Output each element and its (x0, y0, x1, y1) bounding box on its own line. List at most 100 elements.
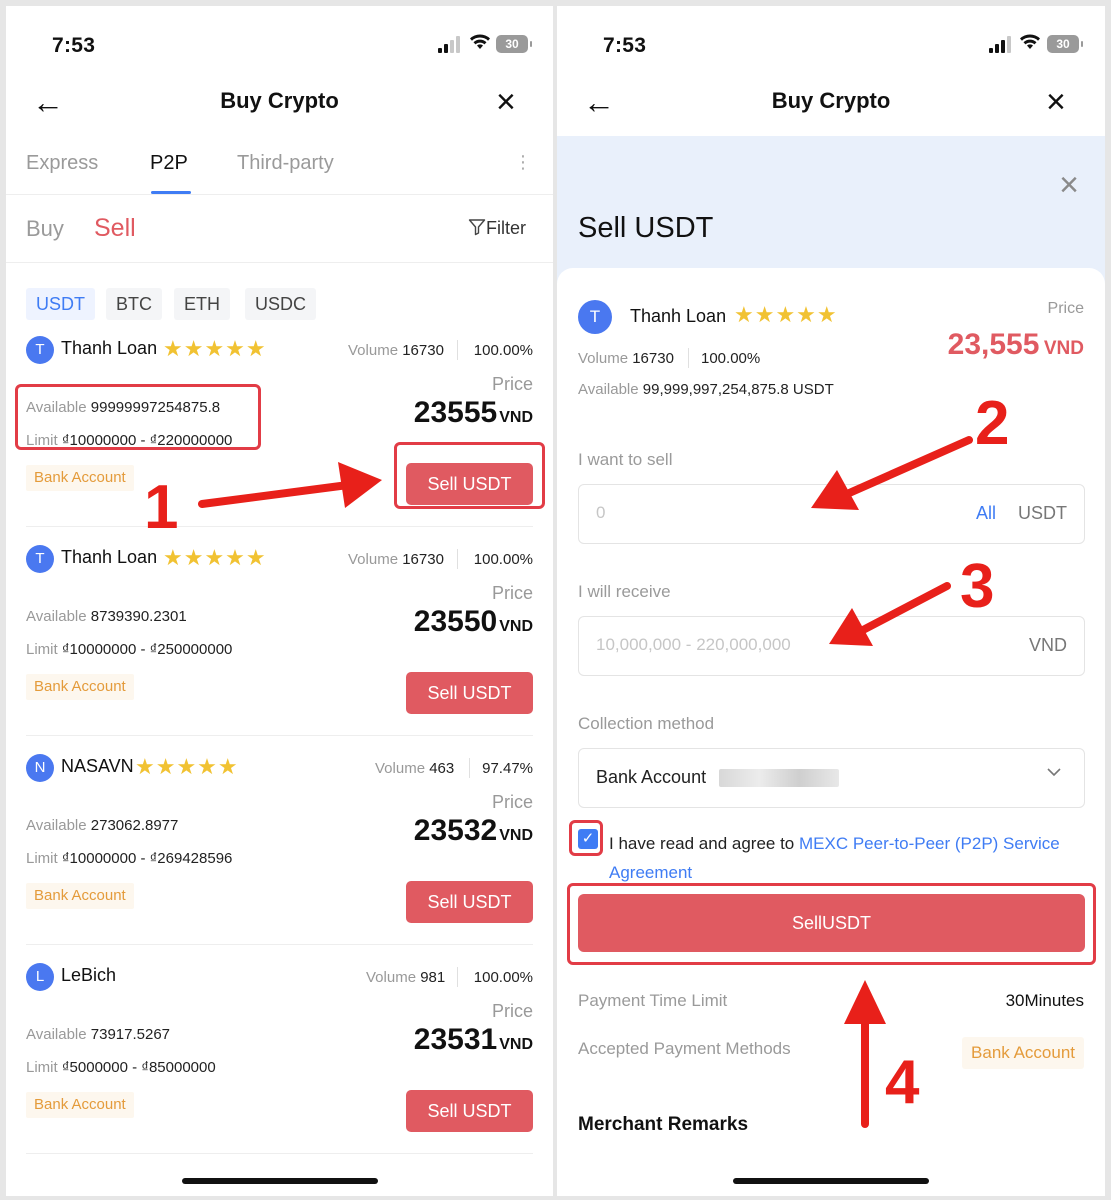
all-button[interactable]: All (976, 503, 996, 524)
sell-amount-placeholder: 0 (596, 503, 606, 522)
step-number-1: 1 (144, 473, 179, 542)
page-title: Buy Crypto (771, 88, 891, 113)
annotation-arrow-icon (829, 582, 951, 646)
rating-stars: ★★★★★ (163, 545, 267, 570)
tab-p2p[interactable]: P2P (150, 152, 188, 175)
side-sell-toggle[interactable]: Sell (94, 214, 136, 243)
available-amount: Available 273062.8977 (26, 817, 179, 834)
payment-time-limit-value: 30Minutes (1005, 991, 1084, 1010)
coin-tab-usdc[interactable]: USDC (245, 288, 317, 320)
accepted-method-tag: Bank Account (962, 1037, 1084, 1069)
sell-usdt-button[interactable]: Sell USDT (406, 881, 533, 923)
chevron-down-icon (1046, 763, 1062, 786)
sell-usdt-button[interactable]: Sell USDT (406, 672, 533, 714)
wifi-icon (1019, 33, 1041, 57)
price-label: Price (491, 583, 533, 603)
price-value: 23,555 VND (947, 328, 1084, 361)
available-amount: Available 8739390.2301 (26, 608, 187, 625)
merchant-volume: Volume 16730 (348, 342, 444, 359)
coin-tab-eth[interactable]: ETH (174, 288, 230, 320)
payment-method-tag: Bank Account (26, 465, 134, 491)
rating-stars: ★★★★★ (163, 336, 267, 361)
merchant-remarks-title: Merchant Remarks (578, 1114, 749, 1135)
payment-method-tag: Bank Account (26, 674, 134, 700)
annotation-arrow-icon (198, 462, 382, 508)
receive-unit: VND (1028, 635, 1067, 655)
home-indicator (182, 1178, 378, 1184)
sell-usdt-button[interactable]: Sell USDT (406, 1090, 533, 1132)
accepted-methods-label: Accepted Payment Methods (578, 1039, 791, 1058)
divider (6, 194, 553, 195)
collection-method-select[interactable]: Bank Account (578, 748, 1085, 808)
back-arrow-icon[interactable]: ← (32, 86, 64, 118)
merchant-avatar: T (578, 300, 612, 334)
tab-third-party[interactable]: Third-party (237, 152, 334, 175)
merchant-volume: Volume 981 (366, 969, 446, 986)
completion-rate: 100.00% (473, 342, 533, 359)
price-value: 23555 VND (413, 396, 533, 429)
merchant-volume: Volume 16730 (578, 350, 674, 367)
limit-range: Limit ₫10000000 - ₫269428596 (26, 850, 233, 867)
annotation-arrow-icon (811, 436, 973, 510)
side-buy-toggle[interactable]: Buy (26, 216, 64, 242)
close-icon[interactable]: × (1046, 85, 1066, 119)
status-time: 7:53 (52, 34, 96, 57)
status-time: 7:53 (603, 34, 647, 57)
receive-amount-label: I will receive (578, 582, 671, 601)
home-indicator (733, 1178, 929, 1184)
more-options-icon[interactable]: ⋮ (514, 152, 532, 173)
price-value: 23532 VND (413, 814, 533, 847)
ad-row: L LeBich Volume 981 100.00% Price 23531 V… (6, 963, 553, 1172)
merchant-avatar: T (26, 336, 54, 364)
payment-method-tag: Bank Account (26, 1092, 134, 1118)
merchant-name[interactable]: Thanh Loan (61, 547, 157, 568)
filter-button[interactable]: Filter (468, 218, 526, 239)
merchant-name[interactable]: Thanh Loan (61, 338, 157, 359)
collection-method-value: Bank Account (596, 767, 707, 787)
price-value: 23531 VND (413, 1023, 533, 1056)
cellular-signal-icon (438, 36, 464, 53)
wifi-icon (469, 33, 491, 57)
sheet-title: Sell USDT (578, 212, 714, 244)
limit-range: Limit ₫5000000 - ₫85000000 (26, 1059, 216, 1076)
ad-row: T Thanh Loan ★★★★★ Volume 16730 100.00% … (6, 545, 553, 754)
merchant-avatar: N (26, 754, 54, 782)
divider (6, 262, 553, 263)
receive-amount-placeholder: 10,000,000 - 220,000,000 (596, 635, 791, 654)
tab-express[interactable]: Express (26, 152, 98, 175)
price-label: Price (491, 374, 533, 394)
filter-label: Filter (486, 218, 526, 238)
sheet-close-icon[interactable]: × (1059, 168, 1079, 202)
close-icon[interactable]: × (496, 85, 516, 119)
price-label: Price (1047, 300, 1084, 317)
filter-icon (468, 219, 486, 236)
merchant-name[interactable]: NASAVN (61, 756, 134, 777)
coin-tab-btc[interactable]: BTC (106, 288, 162, 320)
rating-stars: ★★★★★ (734, 302, 838, 327)
merchant-name[interactable]: LeBich (61, 965, 116, 986)
sell-unit: USDT (1018, 503, 1067, 523)
completion-rate: 100.00% (473, 551, 533, 568)
coin-tab-usdt[interactable]: USDT (26, 288, 95, 320)
right-phone-screen: 7:53 3 0 Buy Crypto ← × × Sell USDT T Tha… (557, 6, 1105, 1196)
price-value: 23550 VND (413, 605, 533, 638)
completion-rate: 100.00% (473, 969, 533, 986)
back-arrow-icon[interactable]: ← (583, 86, 615, 118)
step-number-4: 4 (885, 1048, 920, 1117)
redacted-account (719, 769, 839, 787)
highlight-checkbox (569, 820, 603, 856)
merchant-volume: Volume 463 (375, 760, 455, 777)
merchant-name: Thanh Loan (630, 306, 727, 326)
completion-rate: 97.47% (482, 760, 533, 777)
payment-time-limit-label: Payment Time Limit (578, 991, 728, 1010)
step-number-3: 3 (960, 552, 995, 621)
step-number-2: 2 (975, 389, 1010, 458)
merchant-volume: Volume 16730 (348, 551, 444, 568)
merchant-avatar: L (26, 963, 54, 991)
merchant-avatar: T (26, 545, 54, 573)
rating-stars: ★★★★★ (135, 754, 239, 779)
collection-method-label: Collection method (578, 714, 715, 733)
battery-icon: 30 (496, 35, 532, 53)
agreement-text: I have read and agree to MEXC Peer-to-Pe… (609, 834, 1060, 882)
sell-amount-label: I want to sell (578, 450, 673, 469)
